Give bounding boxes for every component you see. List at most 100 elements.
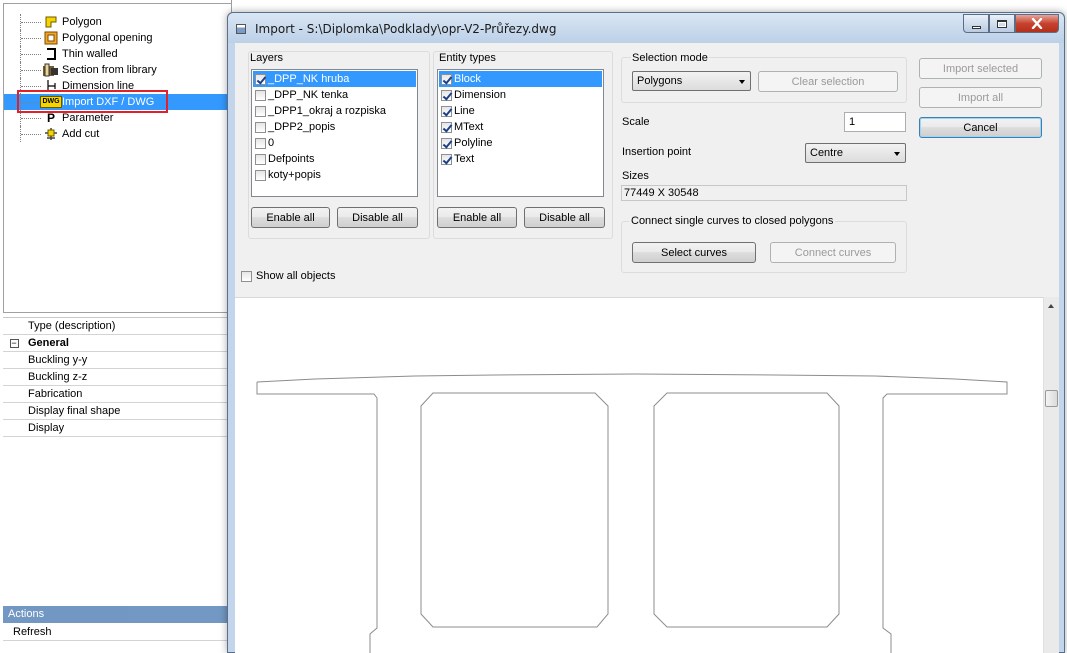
- entity-type-checkbox[interactable]: [441, 153, 452, 165]
- entity-type-checkbox[interactable]: [441, 137, 452, 149]
- thin-walled-icon: [41, 47, 61, 61]
- layers-enable-all-button[interactable]: Enable all: [251, 207, 330, 228]
- refresh-action[interactable]: Refresh: [3, 624, 232, 641]
- property-row-type[interactable]: Type (description): [3, 318, 232, 335]
- entity-type-item[interactable]: Text: [439, 151, 602, 167]
- layer-item-label: _DPP_NK hruba: [268, 73, 350, 85]
- tree-item-add-cut[interactable]: Add cut: [4, 126, 230, 142]
- minimize-button[interactable]: [963, 14, 989, 33]
- tree-item-import-dxf-dwg[interactable]: DWG Import DXF / DWG: [4, 94, 230, 110]
- sizes-label: Sizes: [622, 170, 649, 182]
- dwg-icon-text: DWG: [40, 96, 62, 108]
- show-all-objects-checkbox[interactable]: Show all objects: [241, 270, 336, 282]
- tree-item-parameter[interactable]: P Parameter: [4, 110, 230, 126]
- layers-disable-all-button[interactable]: Disable all: [337, 207, 418, 228]
- layer-item[interactable]: _DPP_NK tenka: [253, 87, 416, 103]
- cancel-button[interactable]: Cancel: [919, 117, 1042, 138]
- selection-mode-dropdown[interactable]: Polygons: [632, 71, 751, 91]
- entity-type-checkbox[interactable]: [441, 73, 452, 85]
- layer-item[interactable]: koty+popis: [253, 167, 416, 183]
- entity-type-item[interactable]: Block: [439, 71, 602, 87]
- chevron-down-icon: [739, 80, 745, 84]
- select-curves-button[interactable]: Select curves: [632, 242, 756, 263]
- layer-checkbox[interactable]: [255, 105, 266, 117]
- dialog-title: Import - S:\Diplomka\Podklady\opr-V2-Prů…: [255, 22, 557, 36]
- layer-item[interactable]: Defpoints: [253, 151, 416, 167]
- layer-item[interactable]: 0: [253, 135, 416, 151]
- entity-type-item-label: Line: [454, 105, 475, 117]
- tree-item-section-from-library[interactable]: Section from library: [4, 62, 230, 78]
- scale-input[interactable]: 1: [844, 112, 906, 132]
- entity-type-checkbox[interactable]: [441, 89, 452, 101]
- layers-label: Layers: [250, 52, 284, 64]
- drawing-preview[interactable]: [235, 297, 1043, 653]
- entity-type-item-label: Polyline: [454, 137, 493, 149]
- layer-item-label: koty+popis: [268, 169, 321, 181]
- clear-selection-button[interactable]: Clear selection: [758, 71, 898, 92]
- tree-connector: [21, 102, 41, 103]
- layer-item-label: _DPP_NK tenka: [268, 89, 349, 101]
- insertion-point-dropdown[interactable]: Centre: [805, 143, 906, 163]
- layer-checkbox[interactable]: [255, 89, 266, 101]
- tree-connector: [21, 22, 41, 23]
- property-row-buckling-zz[interactable]: Buckling z-z: [3, 369, 232, 386]
- entity-type-item[interactable]: Polyline: [439, 135, 602, 151]
- maximize-button[interactable]: [989, 14, 1015, 33]
- section-tree-panel: Polygon Polygonal opening Thin walled Secti…: [3, 3, 232, 313]
- entity-type-item[interactable]: Dimension: [439, 87, 602, 103]
- parameter-icon-text: P: [46, 111, 55, 125]
- entity-types-list[interactable]: Block Dimension Line MText Polyline Text: [437, 69, 604, 197]
- layer-checkbox[interactable]: [255, 153, 266, 165]
- layer-item[interactable]: _DPP1_okraj a rozpiska: [253, 103, 416, 119]
- layers-list[interactable]: _DPP_NK hruba _DPP_NK tenka _DPP1_okraj a …: [251, 69, 418, 197]
- tree-item-thin-walled[interactable]: Thin walled: [4, 46, 230, 62]
- polygon-icon: [41, 15, 61, 29]
- property-row-display[interactable]: Display: [3, 420, 232, 437]
- tree-item-dimension-line[interactable]: Dimension line: [4, 78, 230, 94]
- selection-mode-label: Selection mode: [631, 52, 709, 64]
- property-row-display-final-shape[interactable]: Display final shape: [3, 403, 232, 420]
- cross-section-drawing: [256, 373, 1008, 653]
- tree-connector: [21, 134, 41, 135]
- insertion-point-value: Centre: [810, 147, 844, 159]
- import-selected-button[interactable]: Import selected: [919, 58, 1042, 79]
- entity-type-checkbox[interactable]: [441, 105, 452, 117]
- layer-checkbox[interactable]: [255, 121, 266, 133]
- connect-curves-button[interactable]: Connect curves: [770, 242, 896, 263]
- layer-checkbox[interactable]: [255, 169, 266, 181]
- scrollbar-thumb[interactable]: [1045, 390, 1058, 407]
- show-all-objects-check[interactable]: [241, 270, 252, 282]
- layer-checkbox[interactable]: [255, 73, 266, 85]
- add-cut-icon: [41, 127, 61, 141]
- collapse-toggle-icon[interactable]: −: [9, 338, 19, 348]
- preview-vertical-scrollbar[interactable]: [1043, 297, 1059, 653]
- layer-item[interactable]: _DPP_NK hruba: [253, 71, 416, 87]
- tree-item-label: Parameter: [62, 112, 114, 124]
- entity-type-item[interactable]: Line: [439, 103, 602, 119]
- entity-type-item[interactable]: MText: [439, 119, 602, 135]
- tree-connector: [21, 70, 41, 71]
- layer-item[interactable]: _DPP2_popis: [253, 119, 416, 135]
- window-icon: [236, 24, 246, 34]
- tree-item-label: Thin walled: [62, 48, 118, 60]
- property-group-general[interactable]: − General: [3, 335, 232, 352]
- dialog-titlebar[interactable]: Import - S:\Diplomka\Podklady\opr-V2-Prů…: [228, 13, 1064, 43]
- layer-checkbox[interactable]: [255, 137, 266, 149]
- entity-enable-all-button[interactable]: Enable all: [437, 207, 517, 228]
- property-row-fabrication[interactable]: Fabrication: [3, 386, 232, 403]
- property-label: Display final shape: [28, 405, 121, 417]
- tree-item-label: Add cut: [62, 128, 100, 140]
- dimension-line-icon: [41, 79, 61, 93]
- close-button[interactable]: [1015, 14, 1059, 33]
- scroll-up-arrow-icon[interactable]: [1048, 304, 1054, 308]
- tree-item-polygon[interactable]: Polygon: [4, 14, 230, 30]
- property-row-buckling-yy[interactable]: Buckling y-y: [3, 352, 232, 369]
- import-all-button[interactable]: Import all: [919, 87, 1042, 108]
- entity-type-item-label: Block: [454, 73, 481, 85]
- show-all-objects-label: Show all objects: [256, 270, 336, 282]
- tree-item-polygonal-opening[interactable]: Polygonal opening: [4, 30, 230, 46]
- property-group-label: General: [28, 337, 69, 349]
- entity-type-item-label: Text: [454, 153, 475, 165]
- entity-disable-all-button[interactable]: Disable all: [524, 207, 605, 228]
- entity-type-checkbox[interactable]: [441, 121, 452, 133]
